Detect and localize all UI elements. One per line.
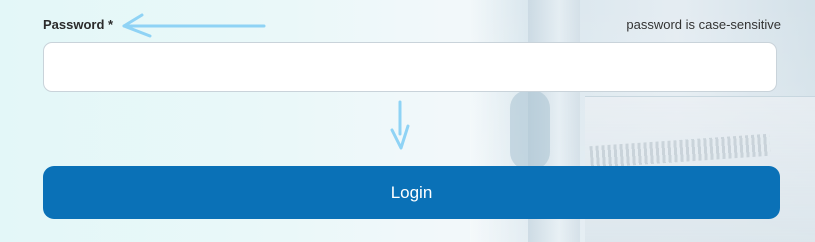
password-hint: password is case-sensitive [626,17,781,32]
arrow-down-icon [390,100,410,150]
arrow-left-icon [122,13,266,38]
login-form-page: Password * password is case-sensitive Lo… [0,0,815,242]
password-label: Password * [43,17,114,32]
background-photo-detail [510,90,550,170]
password-input[interactable] [43,42,777,92]
login-button[interactable]: Login [43,166,780,219]
